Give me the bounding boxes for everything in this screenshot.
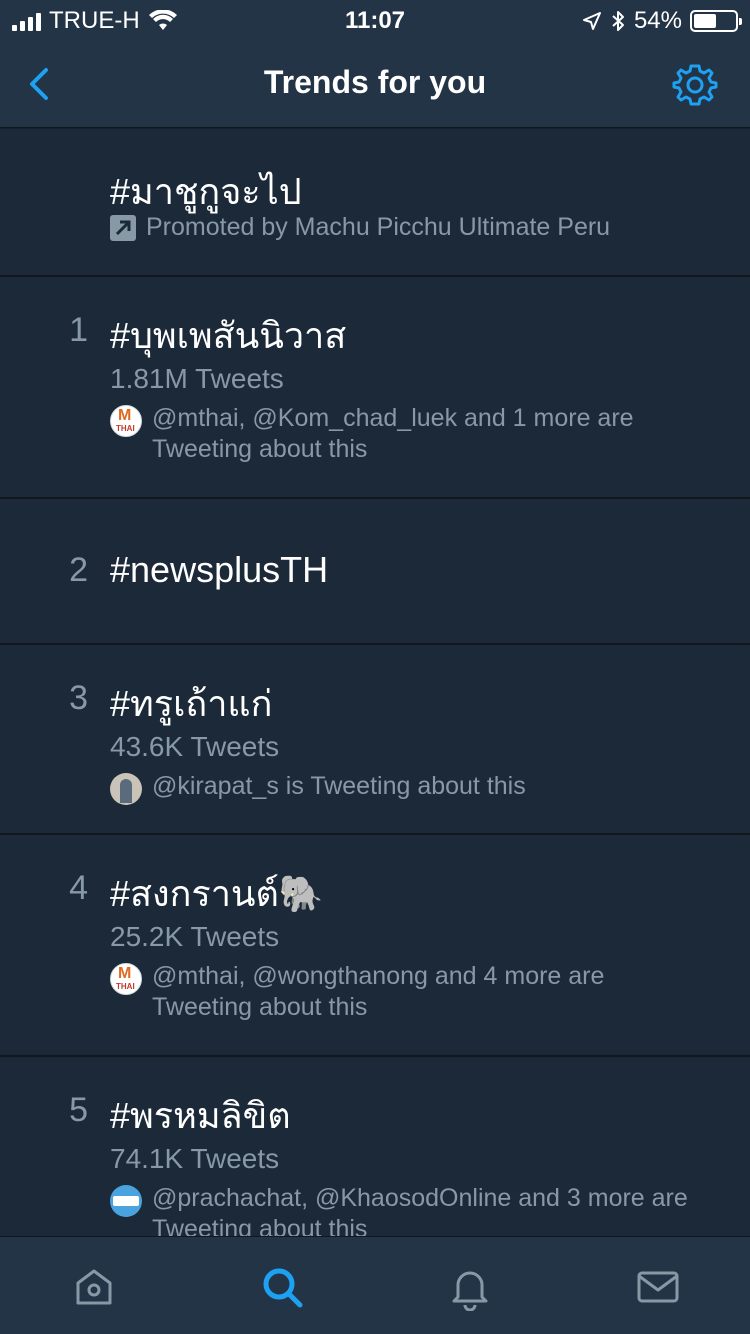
promoted-icon <box>110 214 136 241</box>
status-right: 54% <box>582 7 742 35</box>
trend-item[interactable]: 4 #สงกรานต์🐘 25.2K Tweets M THAI @mthai, … <box>0 835 750 1057</box>
trend-tweet-count: 43.6K Tweets <box>110 731 280 762</box>
trend-tag: #พรหมลิขิต <box>110 1095 291 1136</box>
trend-tweet-count: 1.81M Tweets <box>110 363 284 394</box>
gear-icon <box>672 64 718 106</box>
settings-button[interactable] <box>672 62 718 108</box>
trend-context-text: @prachachat, @KhaosodOnline and 3 more a… <box>152 1184 688 1236</box>
trend-context: @prachachat, @KhaosodOnline and 3 more a… <box>110 1183 710 1236</box>
trend-item[interactable]: 5 #พรหมลิขิต 74.1K Tweets @prachachat, @… <box>0 1057 750 1236</box>
trend-context-text: @mthai, @wongthanong and 4 more are Twee… <box>152 962 605 1021</box>
notifications-icon[interactable] <box>446 1263 494 1311</box>
trend-tag: #บุพเพสันนิวาส <box>110 315 347 356</box>
top-bar: TRUE-H 11:07 54% Trends for you <box>0 0 750 128</box>
trends-list: #มาชูกูจะไป Promoted by Machu Picchu Ult… <box>0 129 750 1236</box>
page-title: Trends for you <box>263 64 487 100</box>
trend-tweet-count: 25.2K Tweets <box>110 921 280 952</box>
trend-rank: 3 <box>69 679 88 717</box>
promoted-trend[interactable]: #มาชูกูจะไป Promoted by Machu Picchu Ult… <box>0 129 750 277</box>
battery-percent: 54% <box>633 7 682 34</box>
trend-context: M THAI @mthai, @wongthanong and 4 more ar… <box>110 961 710 1023</box>
trend-tag: #ทรูเถ้าแก่ <box>110 683 273 724</box>
location-icon <box>582 12 601 30</box>
trend-item[interactable]: 2 #newsplusTH <box>0 499 750 645</box>
avatar <box>110 773 142 805</box>
home-icon[interactable] <box>70 1263 118 1311</box>
trend-tweet-count: 74.1K Tweets <box>110 1143 280 1174</box>
avatar <box>110 1185 142 1217</box>
trend-rank: 4 <box>69 869 88 907</box>
trend-rank: 1 <box>69 311 88 349</box>
tab-bar <box>0 1236 750 1334</box>
bluetooth-icon <box>612 11 624 31</box>
trend-tag: #สงกรานต์🐘 <box>110 873 324 914</box>
trend-context: M THAI @mthai, @Kom_chad_luek and 1 more … <box>110 403 710 465</box>
trend-rank: 2 <box>69 551 88 589</box>
avatar: M THAI <box>110 963 142 995</box>
trend-context-text: @mthai, @Kom_chad_luek and 1 more are Tw… <box>152 404 634 463</box>
messages-icon[interactable] <box>634 1263 682 1311</box>
trend-item[interactable]: 1 #บุพเพสันนิวาส 1.81M Tweets M THAI @mth… <box>0 277 750 499</box>
battery-icon <box>690 10 742 32</box>
trend-tag: #newsplusTH <box>110 549 329 590</box>
trend-context-text: @kirapat_s is Tweeting about this <box>152 772 526 800</box>
promoted-label-row: Promoted by Machu Picchu Ultimate Peru <box>110 213 610 242</box>
trend-item[interactable]: 3 #ทรูเถ้าแก่ 43.6K Tweets @kirapat_s is… <box>0 645 750 835</box>
status-bar: TRUE-H 11:07 54% <box>0 0 750 40</box>
promoted-by-label: Promoted by Machu Picchu Ultimate Peru <box>146 213 611 241</box>
avatar: M THAI <box>110 405 142 437</box>
trend-rank: 5 <box>69 1091 88 1129</box>
trend-context: @kirapat_s is Tweeting about this <box>110 771 710 805</box>
promoted-trend-tag: #มาชูกูจะไป <box>110 171 302 212</box>
search-icon[interactable] <box>258 1263 306 1311</box>
